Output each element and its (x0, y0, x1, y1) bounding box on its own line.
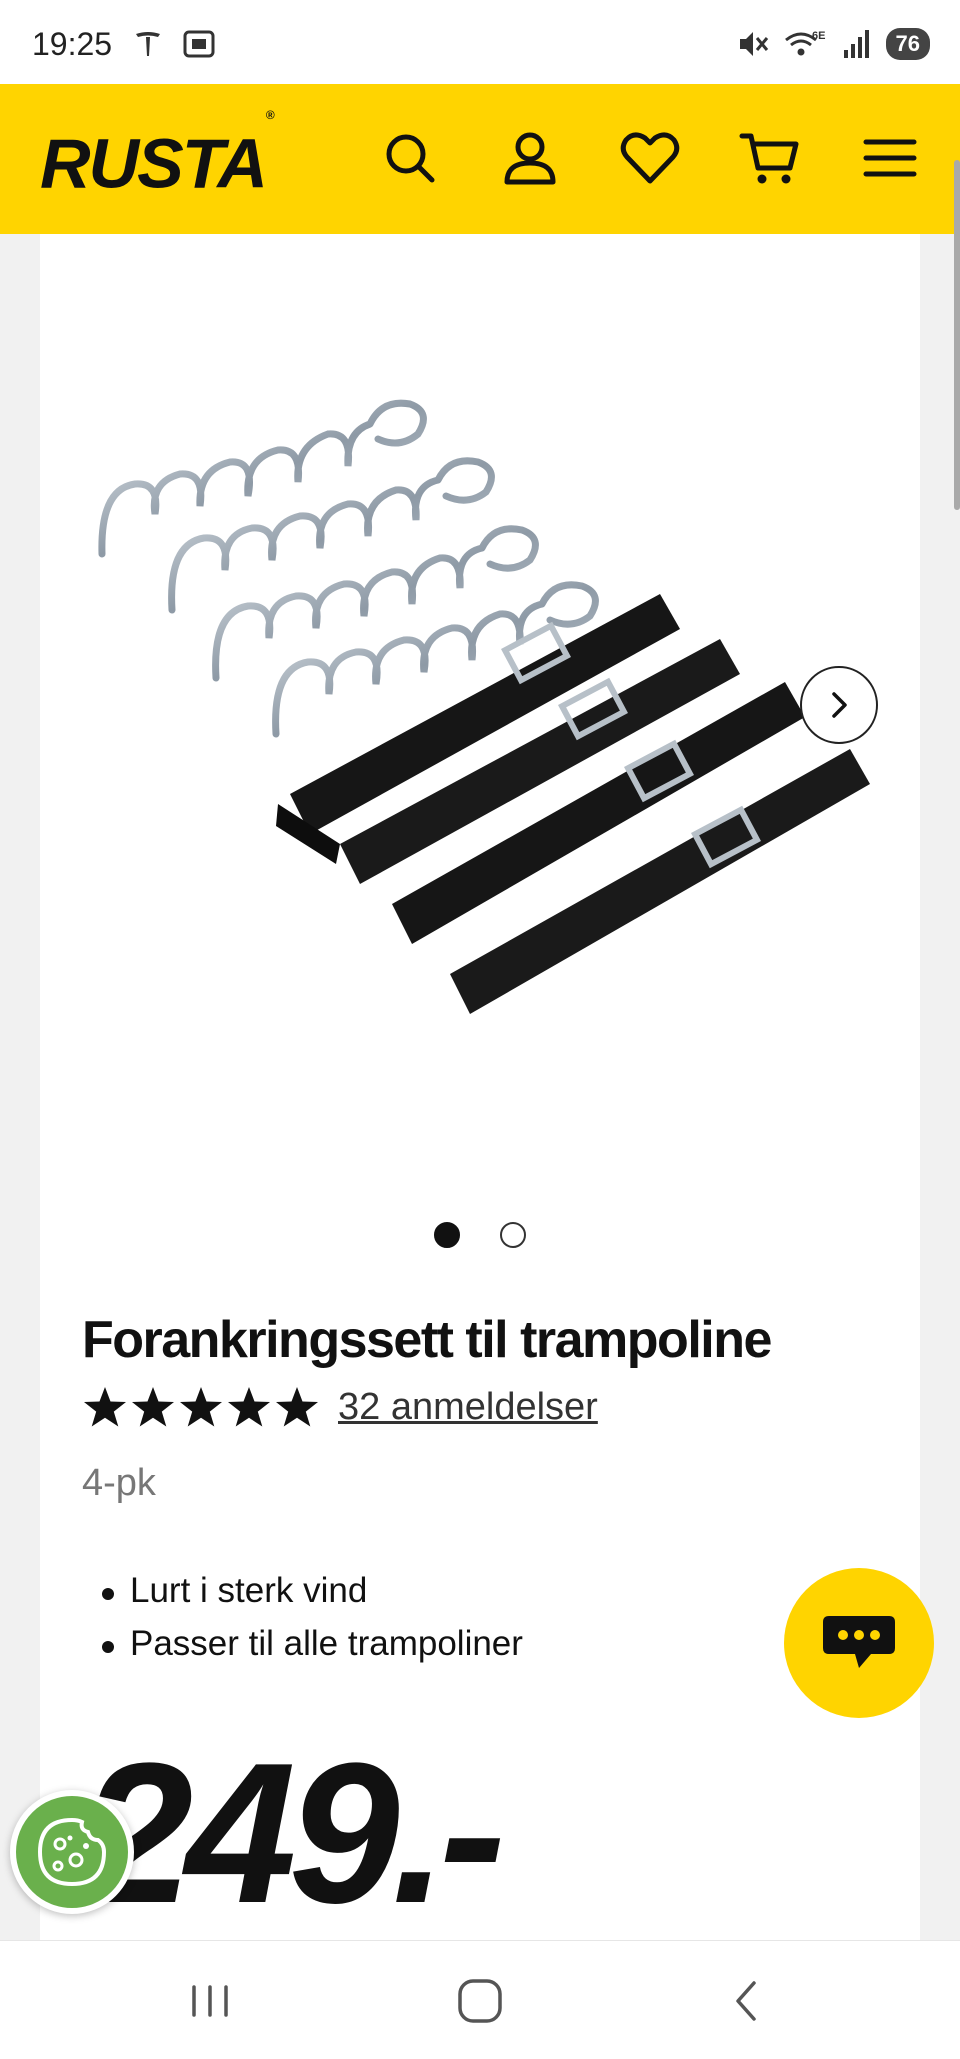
product-variant: 4-pk (82, 1462, 156, 1504)
wifi-6e-icon: 6E (784, 30, 825, 56)
gallery-dot-2[interactable] (500, 1222, 526, 1248)
chat-icon (823, 1616, 895, 1668)
favorites-icon[interactable] (618, 126, 682, 190)
cookie-icon (37, 1817, 107, 1887)
chat-button[interactable] (784, 1568, 934, 1718)
page-scrollbar[interactable] (954, 160, 960, 510)
svg-text:6E: 6E (812, 30, 825, 42)
signal-icon (843, 30, 869, 58)
status-bar: 19:25 6E 76 (0, 0, 960, 84)
highlight-item: Passer til alle trampoliner (102, 1617, 523, 1670)
site-header: RUSTA ® (0, 84, 960, 234)
star-icon (180, 1387, 222, 1427)
registered-mark: ® (265, 108, 275, 122)
highlight-item: Lurt i sterk vind (102, 1564, 523, 1617)
product-price: 249.- (82, 1722, 506, 1945)
reviews-link[interactable]: 32 anmeldelser (338, 1386, 598, 1429)
gallery-pagination (40, 1222, 920, 1252)
account-icon[interactable] (498, 126, 562, 190)
gallery-next-button[interactable] (800, 666, 878, 744)
home-icon[interactable] (450, 1971, 510, 2031)
status-time: 19:25 (32, 26, 113, 62)
rating-stars (82, 1384, 320, 1430)
status-right-icons: 6E 76 (736, 28, 930, 60)
anchor-kit-image (98, 399, 870, 1014)
star-icon (132, 1387, 174, 1427)
star-icon (228, 1387, 270, 1427)
mute-icon (739, 32, 768, 56)
product-card: Forankringssett til trampoline 32 anmeld… (40, 234, 920, 1940)
product-title: Forankringssett til trampoline (82, 1311, 772, 1369)
screenshot-icon (183, 30, 215, 58)
rusta-logo[interactable]: RUSTA® (40, 108, 275, 198)
product-image-gallery[interactable] (40, 234, 920, 1194)
status-left-icons (132, 28, 216, 60)
search-icon[interactable] (378, 126, 442, 190)
star-icon (276, 1387, 318, 1427)
product-highlights: Lurt i sterk vind Passer til alle trampo… (102, 1564, 523, 1670)
back-icon[interactable] (718, 1971, 778, 2031)
battery-indicator: 76 (885, 28, 930, 60)
star-icon (84, 1387, 126, 1427)
product-rating[interactable]: 32 anmeldelser (82, 1384, 598, 1430)
logo-text: RUSTA (40, 124, 268, 203)
tesla-icon (136, 32, 160, 56)
menu-icon[interactable] (858, 126, 922, 190)
cookie-settings-button[interactable] (10, 1790, 134, 1914)
system-navigation-bar (0, 1940, 960, 2059)
gallery-dot-1[interactable] (434, 1222, 460, 1248)
chevron-right-icon (832, 692, 847, 718)
recent-apps-icon[interactable] (180, 1971, 240, 2031)
cart-icon[interactable] (738, 126, 802, 190)
